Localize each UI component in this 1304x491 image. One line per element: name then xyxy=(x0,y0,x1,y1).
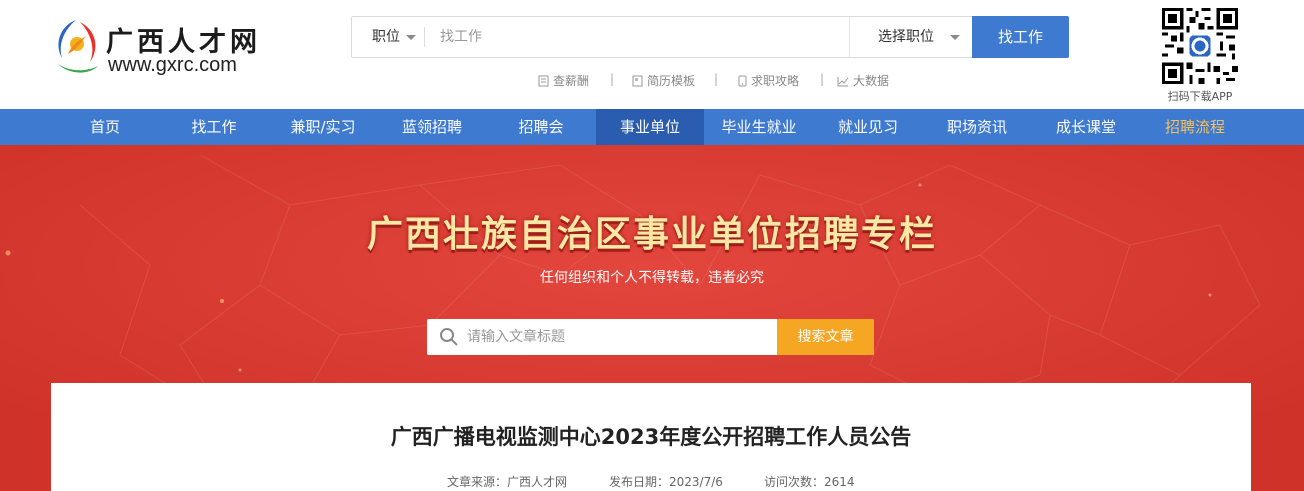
chevron-down-icon xyxy=(406,35,416,40)
nav-item-find-job[interactable]: 找工作 xyxy=(160,109,268,145)
position-select-label: 选择职位 xyxy=(878,29,934,45)
nav-item-part-time[interactable]: 兼职/实习 xyxy=(268,109,378,145)
article-card: 广西广播电视监测中心2023年度公开招聘工作人员公告 文章来源：广西人才网 发布… xyxy=(51,383,1251,491)
nav-item-public-institutions[interactable]: 事业单位 xyxy=(596,109,704,145)
quick-link-label: 求职攻略 xyxy=(751,74,800,88)
banner-subtitle: 任何组织和个人不得转载，违者必究 xyxy=(540,270,764,286)
nav-item-home[interactable]: 首页 xyxy=(50,109,160,145)
resume-icon xyxy=(632,75,643,87)
nav-item-job-fair[interactable]: 招聘会 xyxy=(486,109,596,145)
phone-icon xyxy=(738,75,747,87)
nav-item-recruitment-process[interactable]: 招聘流程 xyxy=(1140,109,1250,145)
nav-item-career-news[interactable]: 职场资讯 xyxy=(922,109,1032,145)
meta-value: 2023/7/6 xyxy=(669,475,723,489)
quick-link-job-tips[interactable]: 求职攻略 xyxy=(738,72,799,89)
qr-code-label: 扫码下载APP xyxy=(1167,90,1233,103)
nav-item-blue-collar[interactable]: 蓝领招聘 xyxy=(378,109,486,145)
main-navigation: 首页 找工作 兼职/实习 蓝领招聘 招聘会 事业单位 毕业生就业 就业见习 职场… xyxy=(0,109,1304,145)
banner-title: 广西壮族自治区事业单位招聘专栏 xyxy=(366,214,937,255)
meta-label: 文章来源： xyxy=(447,475,508,489)
article-search-bar: 搜索文章 xyxy=(427,319,874,355)
quick-link-big-data[interactable]: 大数据 xyxy=(837,72,889,89)
quick-link-label: 大数据 xyxy=(853,74,890,88)
search-type-label: 职位 xyxy=(372,29,400,45)
find-job-button[interactable]: 找工作 xyxy=(972,16,1069,58)
search-icon xyxy=(440,328,458,346)
logo-mark-icon xyxy=(58,20,98,73)
nav-item-growth-class[interactable]: 成长课堂 xyxy=(1032,109,1140,145)
meta-label: 访问次数： xyxy=(764,475,825,489)
separator: | xyxy=(610,72,615,86)
quick-link-label: 简历模板 xyxy=(647,74,696,88)
document-icon xyxy=(538,75,549,87)
line-chart-icon xyxy=(837,77,849,87)
meta-value: 2614 xyxy=(824,475,855,489)
logo-url: www.gxrc.com xyxy=(108,54,237,76)
site-logo[interactable]: 广西人才网 www.gxrc.com xyxy=(50,14,280,82)
job-search-input[interactable] xyxy=(440,17,840,57)
article-source: 文章来源：广西人才网 xyxy=(447,473,567,490)
qr-code-icon[interactable] xyxy=(1162,8,1238,84)
article-date: 发布日期：2023/7/6 xyxy=(609,473,723,490)
article-meta: 文章来源：广西人才网 发布日期：2023/7/6 访问次数：2614 xyxy=(51,473,1251,489)
divider xyxy=(424,27,425,47)
separator: | xyxy=(820,72,825,86)
position-select-dropdown[interactable]: 选择职位 xyxy=(850,17,972,57)
nav-item-graduate-employment[interactable]: 毕业生就业 xyxy=(704,109,814,145)
article-search-input[interactable] xyxy=(467,319,797,355)
quick-link-resume-template[interactable]: 简历模板 xyxy=(632,72,695,89)
separator: | xyxy=(714,72,719,86)
nav-item-internship[interactable]: 就业见习 xyxy=(814,109,922,145)
quick-link-salary[interactable]: 查薪酬 xyxy=(538,72,589,89)
search-article-button[interactable]: 搜索文章 xyxy=(777,319,874,355)
site-header: 广西人才网 www.gxrc.com 职位 选择职位 找工作 查薪酬 | 简历模… xyxy=(0,0,1304,109)
quick-link-label: 查薪酬 xyxy=(553,74,590,88)
article-views: 访问次数：2614 xyxy=(764,473,855,490)
meta-value: 广西人才网 xyxy=(507,475,568,489)
meta-label: 发布日期： xyxy=(609,475,670,489)
job-search-bar: 职位 选择职位 找工作 xyxy=(351,16,1069,58)
article-title: 广西广播电视监测中心2023年度公开招聘工作人员公告 xyxy=(390,425,912,449)
chevron-down-icon xyxy=(950,35,960,40)
search-type-dropdown[interactable]: 职位 xyxy=(352,17,424,57)
